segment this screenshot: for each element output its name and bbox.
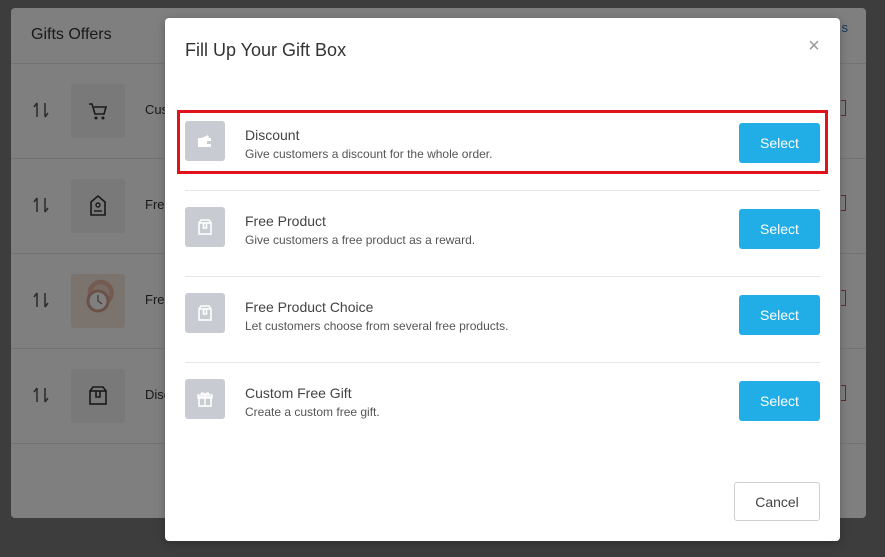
option-name: Free Product [245, 213, 326, 229]
modal-title: Fill Up Your Gift Box [185, 40, 347, 60]
wallet-icon [185, 121, 225, 161]
gift-option-custom-free-gift: Custom Free Gift Create a custom free gi… [185, 363, 820, 448]
gift-option-list: Discount Give customers a discount for t… [185, 105, 820, 448]
box-icon [185, 293, 225, 333]
select-discount-button[interactable]: Select [739, 123, 820, 163]
gift-option-free-product-choice: Free Product Choice Let customers choose… [185, 277, 820, 363]
close-icon[interactable]: × [804, 36, 824, 56]
option-description: Create a custom free gift. [245, 405, 380, 419]
gift-box-modal: Fill Up Your Gift Box × Discount Give cu… [165, 18, 840, 541]
cancel-button[interactable]: Cancel [734, 482, 820, 521]
option-description: Let customers choose from several free p… [245, 319, 509, 333]
option-description: Give customers a discount for the whole … [245, 147, 493, 161]
select-free-product-choice-button[interactable]: Select [739, 295, 820, 335]
gift-option-discount: Discount Give customers a discount for t… [185, 105, 820, 191]
box-icon [185, 207, 225, 247]
option-name: Custom Free Gift [245, 385, 352, 401]
option-description: Give customers a free product as a rewar… [245, 233, 476, 247]
select-custom-free-gift-button[interactable]: Select [739, 381, 820, 421]
option-name: Discount [245, 127, 300, 143]
gift-option-free-product: Free Product Give customers a free produ… [185, 191, 820, 277]
option-name: Free Product Choice [245, 299, 374, 315]
gift-icon [185, 379, 225, 419]
select-free-product-button[interactable]: Select [739, 209, 820, 249]
